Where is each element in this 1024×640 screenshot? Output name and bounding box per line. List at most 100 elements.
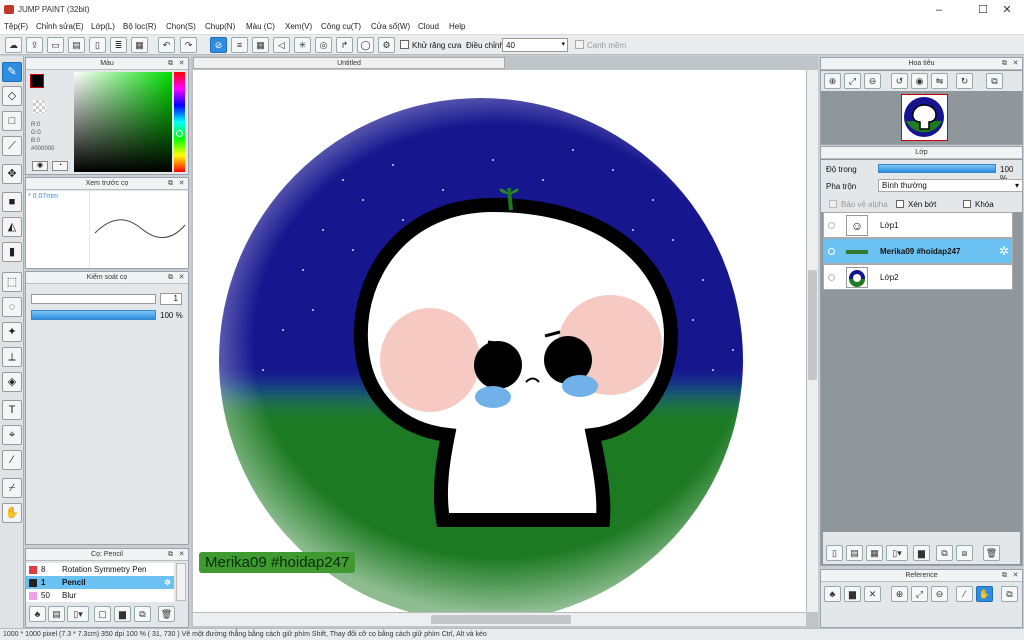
protect-alpha-checkbox[interactable] [829,200,837,208]
color-history-button[interactable]: ◔ [52,161,68,171]
popout-icon[interactable]: ⧉ [166,550,175,559]
zoom-fit-icon[interactable]: ⤢ [911,586,928,602]
rotate-right-icon[interactable]: ↻ [956,73,973,89]
snap-off-icon[interactable]: ⊘ [210,37,227,53]
bucket-tool-icon[interactable]: ◭ [2,217,22,237]
undo-icon[interactable]: ↶ [158,37,175,53]
horizontal-scroll-thumb[interactable] [431,615,571,624]
document-tab[interactable]: Untitled [193,57,505,69]
color-mode-button[interactable]: ◉ [32,161,48,171]
blend-mode-select[interactable]: Bình thường ▾ [878,179,1023,192]
page-icon[interactable]: ▯ [89,37,106,53]
brush-item[interactable]: 50 Blur [26,589,174,602]
layer-visibility-icon[interactable] [828,222,835,229]
eyedropper-icon[interactable]: ⁄ [956,586,973,602]
eraser-tool-icon[interactable]: ◇ [2,86,22,106]
select-eraser-icon[interactable]: ◈ [2,372,22,392]
snap-circle-icon[interactable]: ◎ [315,37,332,53]
menu-color[interactable]: Màu (C) [246,22,275,31]
layer-row[interactable]: ☺ Lớp1 [823,212,1013,238]
duplicate-layer-icon[interactable]: ⧉ [936,545,953,561]
new-layer-menu-icon[interactable]: ▯▾ [886,545,908,561]
redo-icon[interactable]: ↷ [180,37,197,53]
hand-tool-icon[interactable]: ✋ [2,503,22,523]
zoom-in-icon[interactable]: ⊕ [824,73,841,89]
close-icon[interactable]: ✕ [177,273,186,282]
close-reference-icon[interactable]: ✕ [864,586,881,602]
line-tool-icon[interactable]: ⟋ [2,136,22,156]
hand-icon[interactable]: ✋ [976,586,993,602]
close-icon[interactable]: ✕ [177,179,186,188]
close-icon[interactable]: ✕ [177,59,186,68]
zoom-fit-icon[interactable]: ⤢ [844,73,861,89]
saturation-value-picker[interactable] [74,72,172,172]
gear-icon[interactable]: ✲ [164,576,171,589]
foreground-color-swatch[interactable] [30,74,44,88]
lock-checkbox[interactable] [963,200,971,208]
brush-add-icon[interactable]: ♣ [29,606,46,622]
rotate-reset-icon[interactable]: ◉ [911,73,928,89]
eyedropper-icon[interactable]: ⁄ [2,450,22,470]
transparent-swatch[interactable] [33,100,46,113]
clipping-checkbox[interactable] [896,200,904,208]
drawing-canvas[interactable]: Merika09 #hoidap247 [193,70,806,612]
export-icon[interactable]: ⇪ [26,37,43,53]
snap-curve-icon[interactable]: ↱ [336,37,353,53]
brush-item[interactable]: 8 Rotation Symmetry Pen [26,563,174,576]
snap-radial-icon[interactable]: ✳ [294,37,311,53]
zoom-out-icon[interactable]: ⊖ [864,73,881,89]
menu-capture[interactable]: Chụp(N) [205,22,235,31]
select-pen-icon[interactable]: ⟂ [2,347,22,367]
new-8bit-layer-icon[interactable]: ▦ [866,545,883,561]
soft-edge-checkbox[interactable] [575,40,584,49]
select-rect-icon[interactable]: ⬚ [2,272,22,292]
text-tool-icon[interactable]: T [2,400,22,420]
snap-grid-icon[interactable]: ▦ [252,37,269,53]
snap-settings-icon[interactable]: ⚙ [378,37,395,53]
menu-select[interactable]: Chọn(S) [166,22,196,31]
lasso-icon[interactable]: ◌ [2,297,22,317]
layer-visibility-icon[interactable] [828,274,835,281]
brush-size-slider[interactable] [31,294,156,304]
open-folder-icon[interactable]: ▆ [844,586,861,602]
reference-options-icon[interactable]: ⧉ [1001,586,1018,602]
rectangle-tool-icon[interactable]: □ [2,111,22,131]
brush-opacity-slider[interactable] [31,310,156,320]
layer-opacity-slider[interactable] [878,164,996,173]
brush-settings-icon[interactable]: ▢ [94,606,111,622]
brush-duplicate-icon[interactable]: ▤ [48,606,65,622]
layer-row-selected[interactable]: Merika09 #hoidap247 ✲ [823,238,1013,264]
dropper-tool-icon[interactable]: ⌿ [2,478,22,498]
navigator-options-icon[interactable]: ⧉ [986,73,1003,89]
brush-list-scrollbar[interactable] [176,563,186,601]
trash-icon[interactable]: 🗑 [983,545,1000,561]
reference-add-icon[interactable]: ♣ [824,586,841,602]
hue-slider[interactable] [174,72,185,172]
menu-window[interactable]: Cửa sổ(W) [371,22,410,31]
message-icon[interactable]: ▤ [68,37,85,53]
new-halftone-layer-icon[interactable]: ▤ [846,545,863,561]
brush-item-selected[interactable]: 1 Pencil ✲ [26,576,174,589]
close-icon[interactable]: ✕ [1011,571,1020,580]
trash-icon[interactable]: 🗑 [158,606,175,622]
comment-icon[interactable]: ▭ [47,37,64,53]
copy-icon[interactable]: ⧉ [134,606,151,622]
vertical-scroll-thumb[interactable] [808,270,817,380]
close-icon[interactable]: ✕ [1011,59,1020,68]
menu-edit[interactable]: Chỉnh sửa(E) [36,22,84,31]
pen-tool-icon[interactable]: ✎ [2,62,22,82]
popout-icon[interactable]: ⧉ [166,273,175,282]
vertical-scrollbar[interactable] [806,70,818,612]
popout-icon[interactable]: ⧉ [166,59,175,68]
new-layer-icon[interactable]: ▯ [826,545,843,561]
popout-icon[interactable]: ⧉ [166,179,175,188]
minimize-button[interactable]: – [922,0,956,20]
fill-rect-tool-icon[interactable]: ■ [2,192,22,212]
rotate-left-icon[interactable]: ↺ [891,73,908,89]
hue-handle[interactable] [176,130,183,137]
horizontal-scrollbar[interactable] [193,612,806,626]
snap-parallel-icon[interactable]: ≡ [231,37,248,53]
brush-size-input[interactable]: 1 [160,293,182,305]
grid-icon[interactable]: ▦ [131,37,148,53]
operation-tool-icon[interactable]: ⌖ [2,425,22,445]
